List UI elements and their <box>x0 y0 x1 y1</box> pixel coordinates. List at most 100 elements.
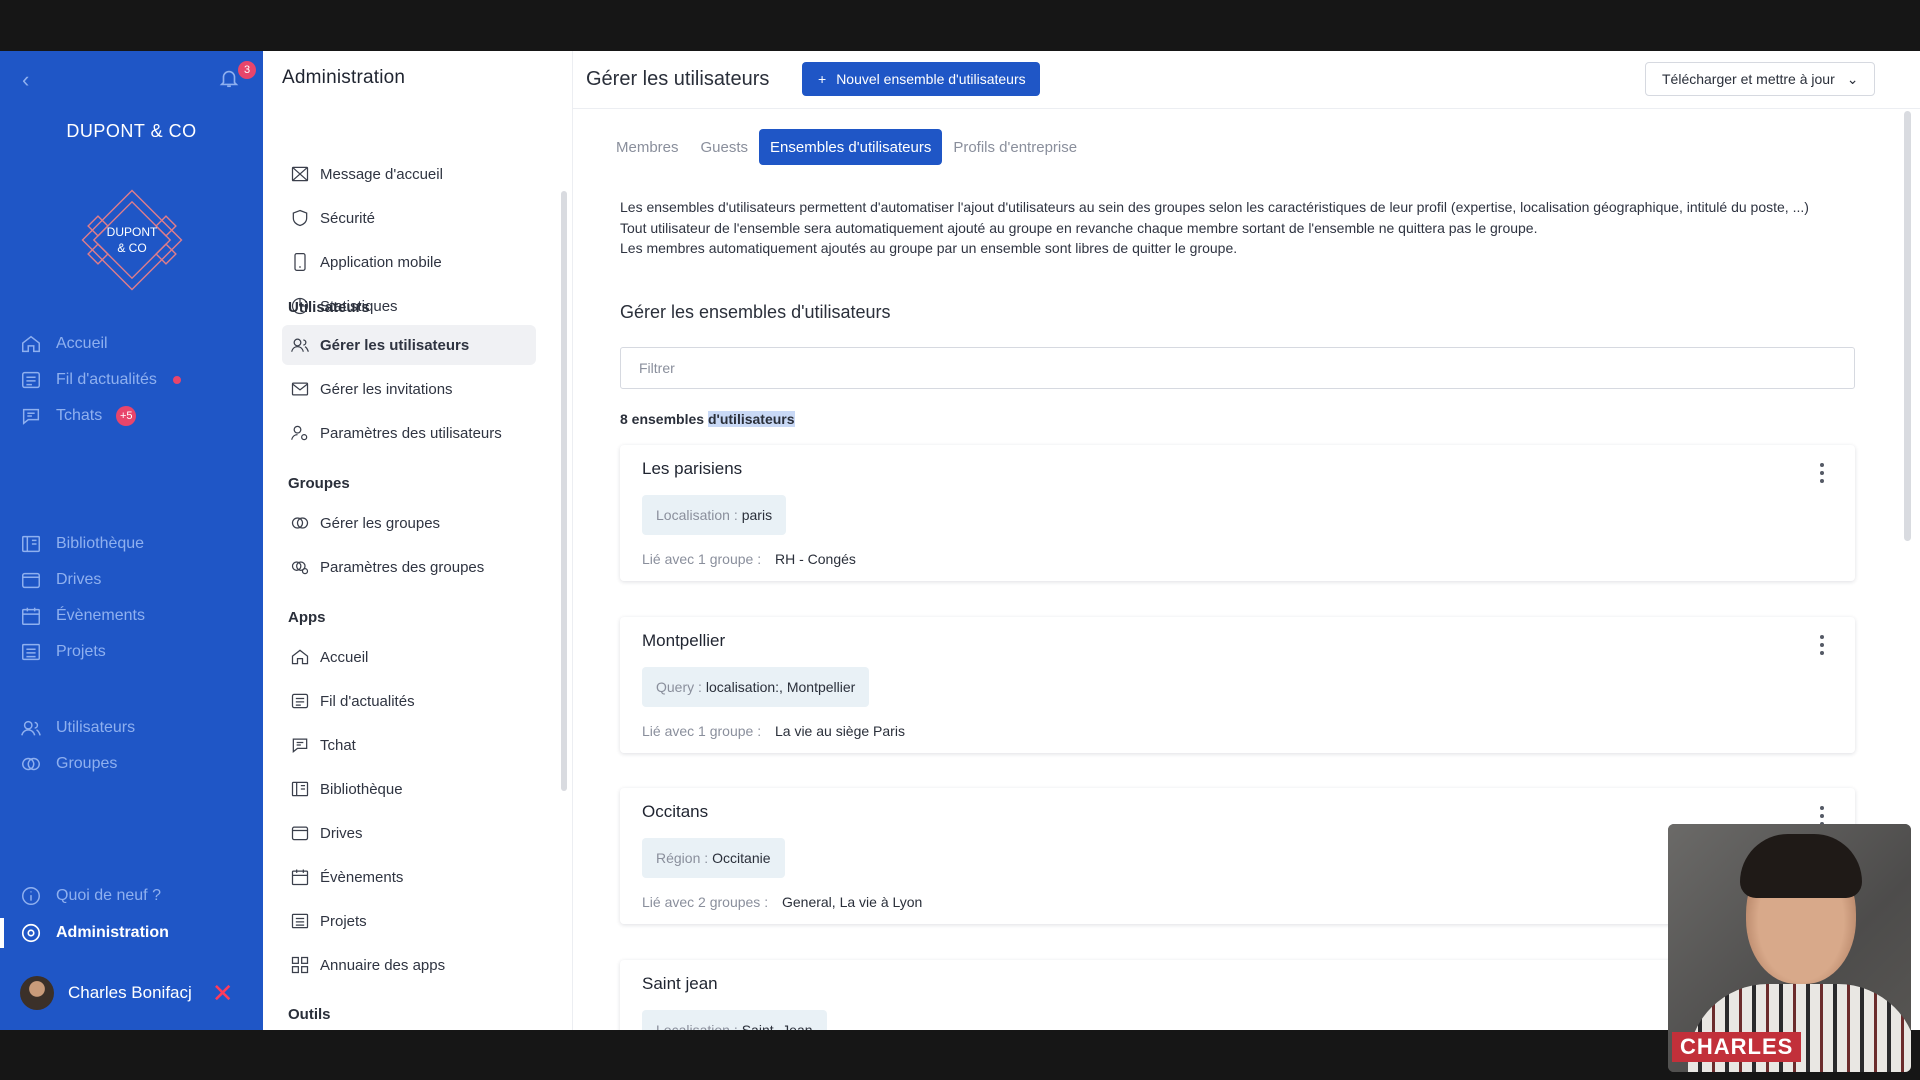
admin-item-gerer-groupes[interactable]: Gérer les groupes <box>282 503 536 543</box>
more-options-icon[interactable] <box>1819 635 1825 655</box>
sets-count: 8 ensembles d'utilisateurs <box>620 411 795 427</box>
tab-ensembles-utilisateurs[interactable]: Ensembles d'utilisateurs <box>759 129 943 165</box>
collapse-sidebar-icon[interactable]: ‹ <box>22 67 29 93</box>
admin-item-application-mobile[interactable]: Application mobile <box>282 242 536 282</box>
admin-item-securite[interactable]: Sécurité <box>282 198 536 238</box>
more-options-icon[interactable] <box>1819 806 1825 826</box>
admin-item-app-fil-actualites[interactable]: Fil d'actualités <box>282 681 536 721</box>
linked-groups-label: Lié avec 1 groupe : <box>642 723 762 739</box>
tab-guests[interactable]: Guests <box>690 129 760 165</box>
sidebar-item-label: Évènements <box>56 607 145 624</box>
news-icon <box>22 371 40 389</box>
chevron-down-icon: ⌄ <box>1846 70 1859 87</box>
chat-icon <box>292 738 308 753</box>
sets-count-number: 8 ensembles <box>620 411 705 427</box>
sidebar-item-label: Fil d'actualités <box>56 371 157 388</box>
admin-menu: Administration Message d'accueil Sécurit… <box>263 51 573 1030</box>
linked-groups-label: Lié avec 2 groupes : <box>642 894 769 910</box>
sidebar-item-bibliotheque[interactable]: Bibliothèque <box>20 530 144 558</box>
admin-item-label: Paramètres des groupes <box>320 558 485 576</box>
bell-icon[interactable] <box>218 67 240 89</box>
intro-paragraph: Tout utilisateur de l'ensemble sera auto… <box>620 219 1538 236</box>
sidebar-item-label: Groupes <box>56 755 118 772</box>
apps-grid-icon <box>291 956 309 974</box>
user-set-name: Saint jean <box>642 974 718 993</box>
admin-item-message-accueil[interactable]: Message d'accueil <box>282 154 536 194</box>
new-user-set-button[interactable]: + Nouvel ensemble d'utilisateurs <box>802 62 1040 96</box>
admin-item-app-accueil[interactable]: Accueil <box>282 637 536 677</box>
calendar-icon <box>22 607 40 625</box>
users-icon <box>21 720 41 736</box>
avatar <box>20 976 54 1010</box>
admin-item-app-evenements[interactable]: Évènements <box>282 857 536 897</box>
admin-item-app-drives[interactable]: Drives <box>282 813 536 853</box>
admin-item-annuaire-apps[interactable]: Annuaire des apps <box>282 945 536 985</box>
sidebar-item-accueil[interactable]: Accueil <box>20 330 108 358</box>
chat-icon <box>22 408 40 425</box>
current-user[interactable]: Charles Bonifacj ✕ <box>20 976 234 1010</box>
news-icon <box>291 693 309 709</box>
admin-item-app-projets[interactable]: Projets <box>282 901 536 941</box>
welcome-icon <box>291 166 309 182</box>
section-apps: Apps <box>288 609 326 626</box>
tab-membres[interactable]: Membres <box>605 129 690 165</box>
intro-paragraph: Les membres automatiquement ajoutés au g… <box>620 240 1238 256</box>
groups-icon <box>22 757 40 771</box>
user-settings-icon <box>291 425 308 441</box>
section-outils: Outils <box>288 1006 331 1023</box>
info-icon <box>22 887 40 905</box>
tab-profils-entreprise[interactable]: Profils d'entreprise <box>942 129 1088 165</box>
app-window: ‹ 3 DUPONT & CO DUPONT & CO Accueil Fil … <box>0 51 1920 1030</box>
download-update-dropdown[interactable]: Télécharger et mettre à jour ⌄ <box>1645 62 1876 96</box>
admin-item-parametres-groupes[interactable]: Paramètres des groupes <box>282 547 536 587</box>
admin-item-label: Évènements <box>320 868 404 886</box>
sidebar-item-label: Bibliothèque <box>56 535 145 552</box>
calendar-icon <box>291 869 309 886</box>
sidebar-item-label: Tchats <box>56 407 103 424</box>
notification-count-badge: 3 <box>238 61 256 79</box>
home-icon <box>291 649 309 665</box>
sidebar-item-fil-actualites[interactable]: Fil d'actualités <box>20 366 183 394</box>
download-update-label: Télécharger et mettre à jour <box>1662 71 1835 87</box>
sidebar-item-administration[interactable]: Administration <box>20 919 169 947</box>
admin-item-app-tchat[interactable]: Tchat <box>282 725 536 765</box>
settings-icon <box>21 923 41 943</box>
user-set-name: Occitans <box>642 802 709 821</box>
svg-text:DUPONT: DUPONT <box>107 225 158 239</box>
admin-item-app-bibliotheque[interactable]: Bibliothèque <box>282 769 536 809</box>
tab-bar: Membres Guests Ensembles d'utilisateurs … <box>605 129 1088 165</box>
section-groupes: Groupes <box>288 475 350 492</box>
sidebar-item-quoi-de-neuf[interactable]: Quoi de neuf ? <box>20 882 161 910</box>
admin-scrollbar[interactable] <box>561 191 567 791</box>
plus-icon: + <box>818 71 827 87</box>
close-icon[interactable]: ✕ <box>212 978 234 1009</box>
filter-input[interactable]: Filtrer <box>620 347 1855 389</box>
criteria-chip: Query : localisation:, Montpellier <box>642 667 870 707</box>
linked-groups: Lié avec 2 groupes : General, La vie à L… <box>642 894 922 910</box>
admin-item-parametres-utilisateurs[interactable]: Paramètres des utilisateurs <box>282 413 536 453</box>
admin-item-gerer-invitations[interactable]: Gérer les invitations <box>282 369 536 409</box>
sidebar-item-groupes[interactable]: Groupes <box>20 750 117 778</box>
sidebar-item-evenements[interactable]: Évènements <box>20 602 145 630</box>
linked-groups-label: Lié avec 1 groupe : <box>642 551 762 567</box>
sets-count-label: d'utilisateurs <box>707 411 795 427</box>
sidebar-item-utilisateurs[interactable]: Utilisateurs <box>20 714 135 742</box>
group-settings-icon <box>291 561 309 575</box>
more-options-icon[interactable] <box>1819 463 1825 483</box>
user-set-name: Montpellier <box>642 631 726 650</box>
sidebar-item-tchats[interactable]: Tchats +5 <box>20 402 137 430</box>
user-set-card[interactable]: Montpellier Query : localisation:, Montp… <box>620 617 1855 753</box>
admin-item-gerer-utilisateurs[interactable]: Gérer les utilisateurs <box>282 325 536 365</box>
admin-item-label: Gérer les utilisateurs <box>320 336 470 354</box>
criteria-chip: Localisation : paris <box>642 495 787 535</box>
groups-icon <box>291 517 309 529</box>
top-bar: Gérer les utilisateurs + Nouvel ensemble… <box>573 51 1920 109</box>
brand-name: DUPONT & CO <box>66 121 197 141</box>
main-scrollbar[interactable] <box>1904 111 1911 541</box>
admin-item-label: Accueil <box>320 648 369 666</box>
sidebar-item-drives[interactable]: Drives <box>20 566 101 594</box>
sidebar-item-projets[interactable]: Projets <box>20 638 106 666</box>
user-set-card[interactable]: Les parisiens Localisation : paris Lié a… <box>620 445 1855 581</box>
mobile-icon <box>294 253 306 271</box>
admin-title: Administration <box>282 67 406 88</box>
